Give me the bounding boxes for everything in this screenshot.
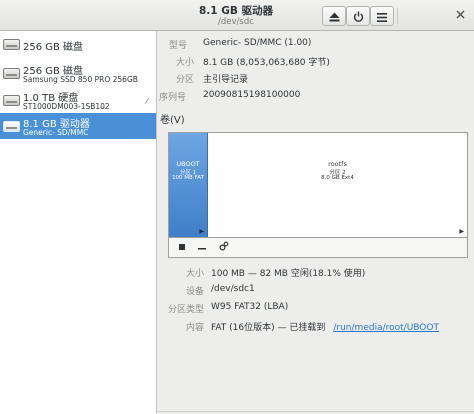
partition-type-label: 分区类型 — [168, 305, 205, 315]
mount-point-link[interactable]: /run/media/root/UBOOT — [333, 323, 439, 333]
delete-partition-button[interactable] — [193, 240, 211, 255]
partitioning-label: 分区 — [176, 75, 195, 85]
unmount-button[interactable] — [173, 240, 191, 255]
drive-item-8gb-sd[interactable]: 8.1 GB 驱动器 Generic- SD/MMC — [0, 113, 156, 139]
drive-name: 256 GB 磁盘 — [23, 42, 84, 53]
stop-icon — [179, 243, 185, 253]
volume-detail: 100 MB FAT — [172, 175, 204, 181]
eject-button[interactable] — [322, 6, 346, 26]
hard-disk-icon — [3, 95, 20, 106]
contents-text: FAT (16位版本) — 已挂载到 — [211, 323, 326, 333]
header-bar: 8.1 GB 驱动器 /dev/sdc — [0, 0, 474, 31]
contents-label: 内容 — [186, 323, 205, 333]
hard-disk-icon — [3, 68, 20, 79]
resize-grip-icon[interactable]: ⁄⁄ — [146, 97, 147, 106]
volume-segment-uboot[interactable]: UBOOT 分区 1 100 MB FAT ▶ — [169, 133, 208, 237]
partition-type-value: W95 FAT32 (LBA) — [211, 302, 289, 312]
drive-item-256gb-disk-1[interactable]: 256 GB 磁盘 — [0, 31, 156, 57]
drive-menu-button[interactable] — [370, 6, 394, 26]
menu-icon — [377, 7, 387, 26]
volume-size-label: 大小 — [186, 269, 205, 279]
size-value: 8.1 GB (8,053,063,680 字节) — [203, 58, 330, 68]
volume-name: UBOOT — [176, 160, 200, 168]
close-icon — [455, 9, 465, 22]
drive-model: ST1000DM003-1SB102 — [23, 102, 110, 111]
serial-label: 序列号 — [159, 93, 187, 103]
volume-detail: 8.0 GB Ext4 — [321, 175, 354, 181]
drive-list-sidebar: 256 GB 磁盘 256 GB 磁盘 Samsung SSD 850 PRO … — [0, 31, 157, 414]
volume-size-value: 100 MB — 82 MB 空闲(18.1% 使用) — [211, 269, 366, 279]
volume-map: UBOOT 分区 1 100 MB FAT ▶ rootfs 分区 2 8.0 … — [168, 132, 468, 238]
hard-disk-icon — [3, 39, 20, 50]
drive-details-panel: 型号 Generic- SD/MMC (1.00) 大小 8.1 GB (8,0… — [158, 31, 474, 414]
contents-value: FAT (16位版本) — 已挂载到/run/media/root/UBOOT — [211, 320, 439, 333]
partition-settings-button[interactable] — [215, 240, 233, 255]
window-close-button[interactable] — [451, 5, 469, 25]
model-value: Generic- SD/MMC (1.00) — [203, 38, 312, 48]
power-icon — [353, 7, 364, 26]
disks-window: 8.1 GB 驱动器 /dev/sdc 256 GB 磁盘 256 GB 磁盘 … — [0, 0, 474, 414]
volume-toolbar — [168, 238, 468, 258]
volumes-heading: 卷(V) — [160, 115, 185, 126]
mounted-indicator-icon: ▶ — [459, 228, 464, 235]
minus-icon — [198, 243, 206, 253]
mounted-indicator-icon: ▶ — [199, 228, 204, 235]
drive-model: Samsung SSD 850 PRO 256GB — [23, 75, 138, 84]
window-subtitle: /dev/sdc — [218, 17, 254, 27]
drive-item-256gb-disk-2[interactable]: 256 GB 磁盘 Samsung SSD 850 PRO 256GB — [0, 60, 156, 86]
drive-item-1tb-disk[interactable]: 1.0 TB 硬盘 ST1000DM003-1SB102 — [0, 87, 156, 113]
bottom-divider — [158, 411, 474, 412]
volume-name: rootfs — [328, 160, 347, 168]
size-label: 大小 — [176, 58, 195, 68]
device-value: /dev/sdc1 — [211, 284, 255, 294]
partitioning-value: 主引导记录 — [203, 75, 249, 85]
serial-value: 20090815198100000 — [203, 90, 301, 100]
volume-segment-rootfs[interactable]: rootfs 分区 2 8.0 GB Ext4 ▶ — [208, 133, 467, 237]
sd-card-drive-icon — [3, 121, 20, 132]
drive-model: Generic- SD/MMC — [23, 128, 89, 137]
eject-icon — [329, 7, 340, 26]
power-off-button[interactable] — [346, 6, 370, 26]
window-title: 8.1 GB 驱动器 — [198, 5, 274, 17]
model-label: 型号 — [169, 41, 188, 51]
device-label: 设备 — [186, 287, 205, 297]
gears-icon — [219, 241, 229, 254]
header-separator — [397, 8, 398, 24]
